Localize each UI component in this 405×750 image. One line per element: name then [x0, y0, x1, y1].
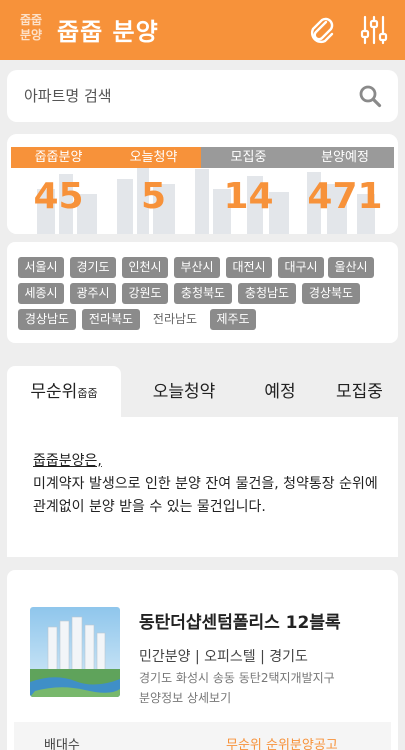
region-chip[interactable]: 울산시	[328, 257, 374, 278]
search-icon[interactable]	[358, 84, 382, 108]
tab-musunwi[interactable]: 무순위줍줍	[7, 366, 121, 418]
listing-footer-left: 배대수	[44, 738, 80, 750]
region-chip[interactable]: 강원도	[122, 283, 168, 304]
region-chip[interactable]: 인천시	[122, 257, 168, 278]
stat-value: 5	[140, 176, 167, 217]
stat-today[interactable]: 오늘청약 5	[106, 147, 201, 231]
listing-card[interactable]: 동탄더샵센텀폴리스 12블록 민간분양 | 오피스텔 | 경기도 경기도 화성시…	[7, 570, 398, 750]
tab-recruiting[interactable]: 모집중	[321, 366, 398, 418]
listing-thumbnail[interactable]	[30, 607, 120, 697]
description-panel: 줍줍분양은, 미계약자 발생으로 인한 분양 잔여 물건을, 청약통장 순위에 …	[7, 417, 398, 557]
description-title: 줍줍분양은,	[33, 453, 102, 469]
stat-value: 45	[33, 176, 84, 217]
search-input[interactable]	[24, 83, 344, 109]
region-chip[interactable]: 전라남도	[146, 309, 204, 330]
logo-line-1: 줍줍	[19, 13, 43, 27]
region-chip[interactable]: 경기도	[70, 257, 116, 278]
stats-banner: 줍줍분양 45 오늘청약 5 모집중 14 분양예정 471	[7, 134, 398, 234]
tab-upcoming[interactable]: 예정	[245, 366, 315, 418]
region-chip[interactable]: 경상북도	[302, 283, 360, 304]
region-chip[interactable]: 전라북도	[82, 309, 140, 330]
app-title: 줍줍 분양	[57, 18, 159, 46]
paperclip-icon[interactable]	[306, 14, 338, 46]
region-chip[interactable]: 충청남도	[238, 283, 296, 304]
stat-upcoming[interactable]: 분양예정 471	[296, 147, 394, 231]
stat-value: 471	[307, 176, 383, 217]
search-bar	[7, 70, 398, 122]
region-chip[interactable]: 서울시	[18, 257, 64, 278]
listing-meta: 민간분양 | 오피스텔 | 경기도	[139, 649, 308, 665]
listing-footer: 배대수 무순위 순위분양공고	[14, 722, 391, 750]
stat-label: 분양예정	[296, 147, 394, 168]
stat-label: 오늘청약	[106, 147, 201, 168]
listing-footer-right[interactable]: 무순위 순위분양공고	[226, 734, 338, 750]
description-body: 미계약자 발생으로 인한 분양 잔여 물건을, 청약통장 순위에 관계없이 분양…	[33, 476, 378, 515]
tab-today[interactable]: 오늘청약	[129, 366, 239, 418]
region-chip[interactable]: 충청북도	[174, 283, 232, 304]
listing-address: 경기도 화성시 송동 동탄2택지개발지구	[139, 671, 335, 685]
region-chip[interactable]: 제주도	[210, 309, 256, 330]
region-filter: 서울시 경기도 인천시 부산시 대전시 대구시 울산시 세종시 광주시 강원도 …	[7, 242, 398, 343]
logo-line-2: 분양	[19, 28, 43, 42]
region-chip[interactable]: 광주시	[70, 283, 116, 304]
app-header: 줍줍 분양 줍줍 분양	[0, 0, 405, 60]
region-chip[interactable]: 대구시	[278, 257, 324, 278]
stat-value: 14	[223, 176, 274, 217]
region-chip[interactable]: 대전시	[226, 257, 272, 278]
app-logo: 줍줍 분양	[12, 8, 50, 48]
stat-label: 모집중	[201, 147, 296, 168]
region-chip[interactable]: 경상남도	[18, 309, 76, 330]
region-chip[interactable]: 세종시	[18, 283, 64, 304]
stat-label: 줍줍분양	[11, 147, 106, 168]
sliders-icon[interactable]	[358, 14, 390, 46]
tab-sublabel: 줍줍	[77, 387, 98, 400]
stat-recruiting[interactable]: 모집중 14	[201, 147, 296, 231]
tab-label: 무순위	[30, 382, 78, 402]
category-tabs: 무순위줍줍 오늘청약 예정 모집중	[7, 366, 398, 418]
listing-detail-link[interactable]: 분양정보 상세보기	[139, 689, 231, 706]
region-chip[interactable]: 부산시	[174, 257, 220, 278]
stat-jubjub[interactable]: 줍줍분양 45	[11, 147, 106, 231]
listing-title[interactable]: 동탄더샵센텀폴리스 12블록	[139, 608, 341, 633]
